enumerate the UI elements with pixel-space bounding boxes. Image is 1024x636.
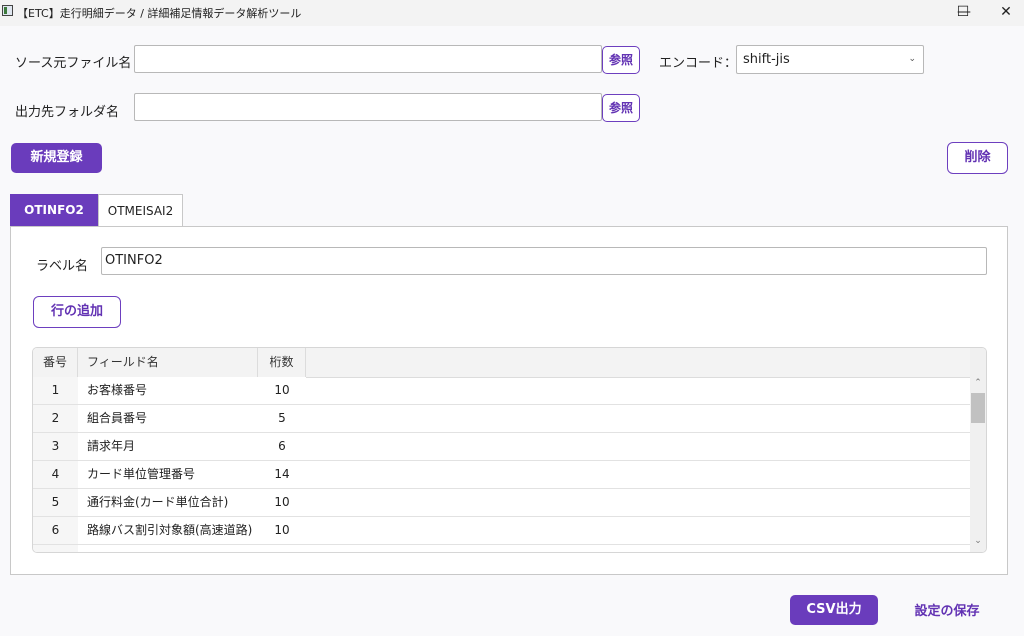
header-digits[interactable]: 桁数	[258, 348, 306, 377]
cell-number: 6	[33, 517, 78, 544]
cell-field-name[interactable]: 請求年月	[78, 433, 258, 460]
output-folder-input[interactable]	[134, 93, 602, 121]
source-browse-button[interactable]: 参照	[602, 46, 640, 74]
cell-digits[interactable]: 10	[258, 517, 306, 544]
vertical-scrollbar[interactable]: ⌃ ⌄	[970, 348, 986, 552]
encoding-label: エンコード：	[659, 56, 738, 71]
output-folder-label: 出力先フォルダ名	[15, 105, 120, 120]
source-file-label: ソース元ファイル名	[15, 56, 132, 71]
title-bar: 【ETC】走行明細データ / 詳細補足情報データ解析ツール — ☐ ✕	[0, 0, 1024, 26]
add-row-button[interactable]: 行の追加	[33, 296, 121, 328]
cell-number: 1	[33, 377, 78, 404]
tab-otmeisai2[interactable]: OTMEISAI2	[98, 194, 183, 227]
cell-field-name[interactable]: 通行料金(カード単位合計)	[78, 489, 258, 516]
table-row-partial	[33, 545, 970, 552]
source-file-input[interactable]	[134, 45, 602, 73]
table-row[interactable]: 1 お客様番号 10	[33, 377, 970, 405]
cell-digits[interactable]: 14	[258, 461, 306, 488]
label-name-caption: ラベル名	[36, 259, 89, 274]
maximize-button[interactable]: ☐	[940, 0, 986, 26]
delete-button[interactable]: 削除	[947, 142, 1008, 174]
cell-digits[interactable]: 5	[258, 405, 306, 432]
scroll-thumb[interactable]	[971, 393, 985, 423]
tab-otinfo2[interactable]: OTINFO2	[10, 194, 98, 227]
output-browse-button[interactable]: 参照	[602, 94, 640, 122]
app-icon	[2, 5, 13, 16]
close-button[interactable]: ✕	[983, 0, 1024, 26]
cell-field-name[interactable]: 組合員番号	[78, 405, 258, 432]
grid-header: 番号 フィールド名 桁数	[33, 348, 970, 378]
table-row[interactable]: 6 路線バス割引対象額(高速道路) 10	[33, 517, 970, 545]
scroll-up-icon[interactable]: ⌃	[970, 378, 986, 388]
header-number[interactable]: 番号	[33, 348, 78, 377]
table-row[interactable]: 5 通行料金(カード単位合計) 10	[33, 489, 970, 517]
cell-field-name[interactable]: お客様番号	[78, 377, 258, 404]
encoding-value: shift-jis	[743, 52, 790, 67]
new-register-button[interactable]: 新規登録	[11, 143, 102, 173]
cell-field-name[interactable]: 路線バス割引対象額(高速道路)	[78, 517, 258, 544]
window-title: 【ETC】走行明細データ / 詳細補足情報データ解析ツール	[17, 7, 302, 20]
cell-field-name[interactable]: カード単位管理番号	[78, 461, 258, 488]
cell-number: 4	[33, 461, 78, 488]
cell-number-partial	[33, 545, 78, 552]
cell-digits[interactable]: 10	[258, 377, 306, 404]
table-row[interactable]: 2 組合員番号 5	[33, 405, 970, 433]
table-row[interactable]: 4 カード単位管理番号 14	[33, 461, 970, 489]
cell-number: 3	[33, 433, 78, 460]
cell-digits[interactable]: 10	[258, 489, 306, 516]
cell-number: 5	[33, 489, 78, 516]
cell-digits[interactable]: 6	[258, 433, 306, 460]
csv-export-button[interactable]: CSV出力	[790, 595, 878, 625]
label-name-input[interactable]: OTINFO2	[101, 247, 987, 275]
encoding-select[interactable]: shift-jis ⌄	[736, 45, 924, 74]
scroll-down-icon[interactable]: ⌄	[970, 536, 986, 546]
field-grid[interactable]: 番号 フィールド名 桁数 1 お客様番号 10 2 組合員番号 5 3 請求年月…	[32, 347, 987, 553]
table-row[interactable]: 3 請求年月 6	[33, 433, 970, 461]
cell-number: 2	[33, 405, 78, 432]
header-field-name[interactable]: フィールド名	[78, 348, 258, 377]
chevron-down-icon: ⌄	[908, 54, 916, 64]
save-settings-button[interactable]: 設定の保存	[897, 600, 997, 619]
